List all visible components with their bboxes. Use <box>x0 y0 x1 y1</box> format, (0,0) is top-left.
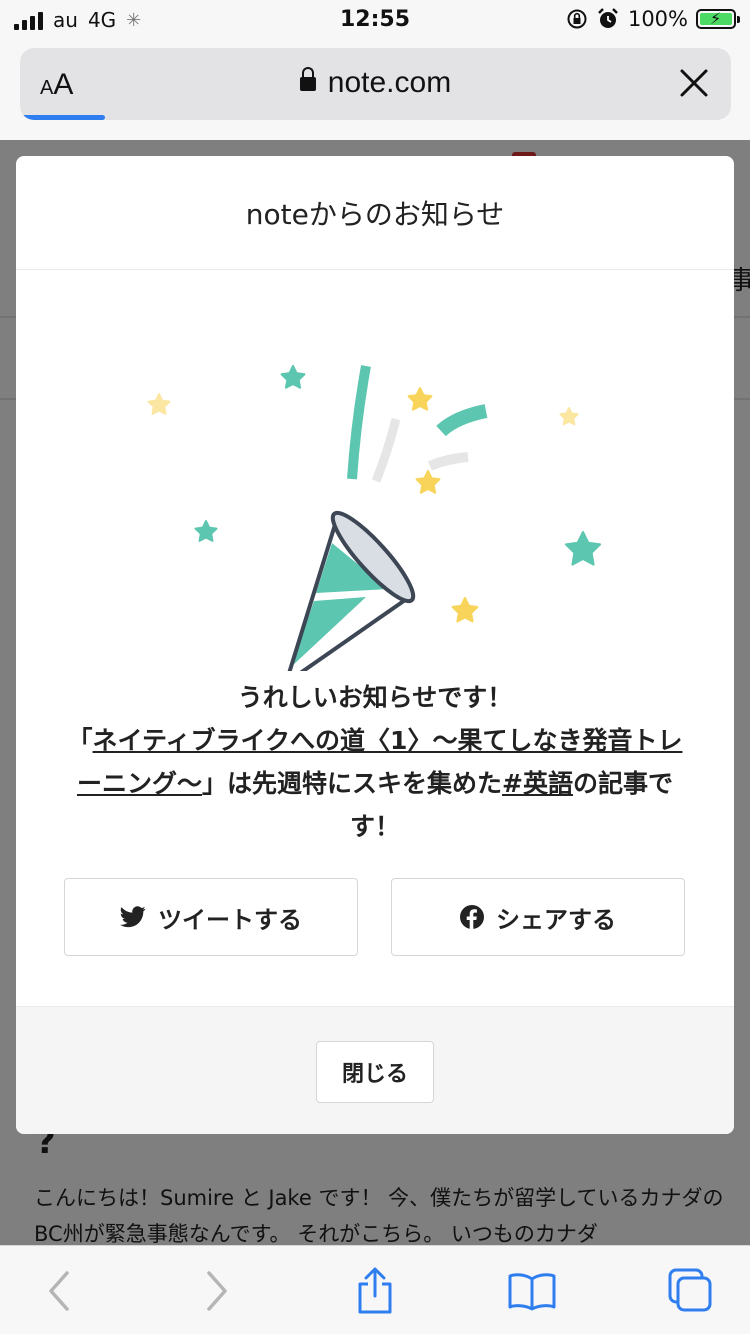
star-icon <box>147 393 171 415</box>
share-sheet-button[interactable] <box>345 1266 405 1316</box>
modal-title: noteからのお知らせ <box>16 156 734 270</box>
share-button[interactable]: シェアする <box>391 878 685 956</box>
forward-button[interactable] <box>186 1266 246 1316</box>
star-icon <box>407 387 433 411</box>
book-icon <box>508 1273 556 1311</box>
chevron-right-icon <box>207 1271 227 1311</box>
address-bar-area: AA note.com <box>0 40 750 140</box>
close-button[interactable]: 閉じる <box>316 1041 434 1103</box>
url-display[interactable]: note.com <box>20 66 731 100</box>
star-icon <box>451 597 479 623</box>
share-label: シェアする <box>496 905 616 934</box>
facebook-icon <box>460 905 484 929</box>
chevron-left-icon <box>49 1271 69 1311</box>
message-line1: うれしいお知らせです！ <box>237 683 513 712</box>
notification-modal: noteからのお知らせ うれしいお知らせです！ 「ネイティブライクへの道〈1〉〜… <box>16 156 734 1134</box>
star-icon <box>194 520 218 542</box>
url-text: note.com <box>327 66 452 99</box>
star-icon <box>559 407 579 426</box>
address-bar[interactable]: AA note.com <box>20 48 731 120</box>
orientation-lock-icon <box>567 9 587 29</box>
battery-percent: 100% <box>627 7 688 31</box>
back-button[interactable] <box>30 1266 90 1316</box>
modal-footer: 閉じる <box>16 1006 734 1134</box>
browser-toolbar <box>0 1245 750 1334</box>
celebration-popper-illustration <box>147 365 602 671</box>
tabs-icon <box>668 1268 712 1312</box>
message-body: 「ネイティブライクへの道〈1〉〜果てしなき発音トレーニング〜」は先週特にスキを集… <box>67 726 683 841</box>
bookmarks-button[interactable] <box>502 1266 562 1316</box>
page-load-progress <box>20 115 106 120</box>
alarm-icon <box>598 8 618 28</box>
modal-message: うれしいお知らせです！ 「ネイティブライクへの道〈1〉〜果てしなき発音トレーニン… <box>56 676 694 848</box>
hashtag-link[interactable]: #英語 <box>502 769 573 798</box>
lock-icon <box>299 67 316 91</box>
stop-loading-icon[interactable] <box>677 66 711 100</box>
battery-icon: ⚡ <box>696 9 740 29</box>
tabs-button[interactable] <box>660 1266 720 1316</box>
tweet-label: ツイートする <box>158 905 302 934</box>
star-icon <box>280 365 306 389</box>
share-icon <box>358 1267 392 1314</box>
status-bar: au 4G ✳ 12:55 100% ⚡ <box>0 0 750 40</box>
star-icon <box>415 470 441 494</box>
party-popper-icon <box>287 510 416 671</box>
star-icon <box>564 531 602 566</box>
tweet-button[interactable]: ツイートする <box>64 878 358 956</box>
twitter-bird-icon <box>120 906 146 928</box>
status-right: 100% ⚡ <box>566 7 740 31</box>
